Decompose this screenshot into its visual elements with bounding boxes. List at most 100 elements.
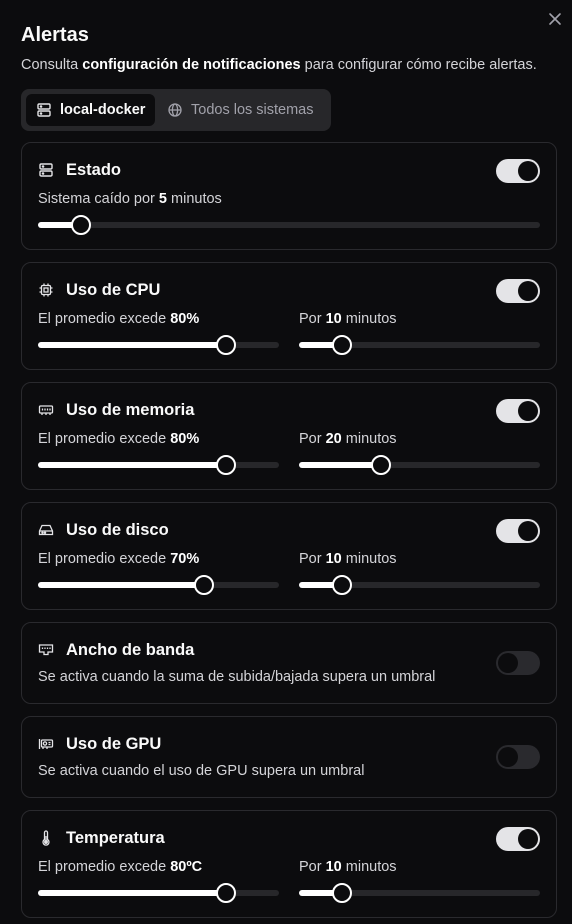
label-suffix: minutos — [341, 859, 397, 875]
alert-card-gpu: Uso de GPU Se activa cuando el uso de GP… — [21, 716, 557, 798]
cpu-icon — [38, 282, 54, 298]
threshold-label: El promedio excede 80% — [38, 431, 199, 447]
duration-slider[interactable] — [38, 215, 540, 235]
tab-label: Todos los sistemas — [191, 102, 314, 118]
slider-thumb[interactable] — [332, 575, 352, 595]
alert-title: Uso de CPU — [66, 281, 161, 299]
alert-toggle[interactable] — [496, 159, 540, 183]
slider-fill — [38, 462, 226, 468]
thermometer-icon — [38, 830, 54, 846]
label-value: 80% — [170, 311, 200, 327]
duration-slider[interactable] — [299, 883, 540, 903]
system-tabs: local-docker Todos los sistemas — [21, 89, 331, 131]
label-suffix: minutos — [341, 431, 397, 447]
tab-all-systems[interactable]: Todos los sistemas — [165, 94, 314, 126]
duration-label: Por 10 minutos — [299, 551, 397, 567]
alert-card-cpu: Uso de CPU El promedio excede 80% Por 10… — [21, 262, 557, 370]
slider-thumb[interactable] — [371, 455, 391, 475]
alert-card-memory: Uso de memoria El promedio excede 80% Po… — [21, 382, 557, 490]
toggle-knob — [498, 653, 518, 673]
duration-slider[interactable] — [299, 575, 540, 595]
tab-local-docker[interactable]: local-docker — [26, 94, 155, 126]
label-prefix: El promedio excede — [38, 859, 171, 875]
duration-slider[interactable] — [299, 335, 540, 355]
alert-title: Uso de disco — [66, 521, 169, 539]
alerts-dialog: Alertas Consulta configuración de notifi… — [0, 0, 572, 924]
threshold-label: El promedio excede 80ºC — [38, 859, 202, 875]
duration-slider[interactable] — [299, 455, 540, 475]
label-prefix: Sistema caído por — [38, 191, 159, 207]
label-prefix: El promedio excede — [38, 551, 171, 567]
label-value: 10 — [325, 551, 342, 567]
threshold-slider[interactable] — [38, 335, 279, 355]
alert-title: Temperatura — [66, 829, 165, 847]
alert-card-disk: Uso de disco El promedio excede 70% Por … — [21, 502, 557, 610]
dialog-description: Consulta configuración de notificaciones… — [21, 57, 537, 73]
label-prefix: El promedio excede — [38, 431, 171, 447]
slider-thumb[interactable] — [194, 575, 214, 595]
alert-toggle[interactable] — [496, 827, 540, 851]
slider-thumb[interactable] — [216, 455, 236, 475]
slider-thumb[interactable] — [71, 215, 91, 235]
threshold-label: El promedio excede 80% — [38, 311, 199, 327]
toggle-knob — [518, 521, 538, 541]
globe-icon — [167, 102, 183, 118]
dialog-title: Alertas — [21, 24, 89, 46]
threshold-slider[interactable] — [38, 455, 279, 475]
alert-toggle[interactable] — [496, 745, 540, 769]
label-value: 20 — [325, 431, 342, 447]
slider-thumb[interactable] — [216, 883, 236, 903]
alert-toggle[interactable] — [496, 279, 540, 303]
alert-card-status: Estado Sistema caído por 5 minutos — [21, 142, 557, 250]
toggle-knob — [518, 281, 538, 301]
duration-label: Sistema caído por 5 minutos — [38, 191, 222, 207]
alert-card-temperature: Temperatura El promedio excede 80ºC Por … — [21, 810, 557, 918]
toggle-knob — [518, 401, 538, 421]
disk-icon — [38, 522, 54, 538]
label-prefix: Por — [299, 311, 326, 327]
label-suffix: minutos — [341, 551, 397, 567]
alert-title: Ancho de banda — [66, 641, 195, 659]
slider-fill — [38, 342, 226, 348]
label-suffix: minutos — [166, 191, 222, 207]
slider-fill — [299, 462, 381, 468]
alert-title: Uso de GPU — [66, 735, 162, 753]
alert-description: Se activa cuando el uso de GPU supera un… — [38, 763, 365, 779]
toggle-knob — [518, 829, 538, 849]
label-value: 10 — [325, 311, 342, 327]
tab-label: local-docker — [60, 102, 146, 118]
alert-description: Se activa cuando la suma de subida/bajad… — [38, 669, 436, 685]
server-icon — [36, 102, 52, 118]
duration-label: Por 20 minutos — [299, 431, 397, 447]
server-icon — [38, 162, 54, 178]
close-icon[interactable] — [548, 12, 566, 30]
toggle-knob — [498, 747, 518, 767]
alert-toggle[interactable] — [496, 399, 540, 423]
slider-thumb[interactable] — [332, 883, 352, 903]
network-icon — [38, 642, 54, 658]
notification-settings-link[interactable]: configuración de notificaciones — [82, 57, 300, 73]
label-prefix: Por — [299, 431, 326, 447]
slider-fill — [38, 582, 204, 588]
label-prefix: El promedio excede — [38, 311, 171, 327]
label-value: 70% — [170, 551, 200, 567]
threshold-slider[interactable] — [38, 883, 279, 903]
alert-toggle[interactable] — [496, 651, 540, 675]
slider-track — [38, 222, 540, 228]
threshold-label: El promedio excede 70% — [38, 551, 199, 567]
desc-prefix: Consulta — [21, 57, 83, 73]
label-prefix: Por — [299, 551, 326, 567]
label-value: 80% — [170, 431, 200, 447]
memory-icon — [38, 402, 54, 418]
alert-toggle[interactable] — [496, 519, 540, 543]
label-value: 10 — [325, 859, 342, 875]
label-prefix: Por — [299, 859, 326, 875]
alert-title: Uso de memoria — [66, 401, 195, 419]
toggle-knob — [518, 161, 538, 181]
threshold-slider[interactable] — [38, 575, 279, 595]
label-value: 5 — [158, 191, 167, 207]
slider-thumb[interactable] — [332, 335, 352, 355]
slider-thumb[interactable] — [216, 335, 236, 355]
slider-fill — [38, 890, 226, 896]
gpu-icon — [38, 736, 54, 752]
